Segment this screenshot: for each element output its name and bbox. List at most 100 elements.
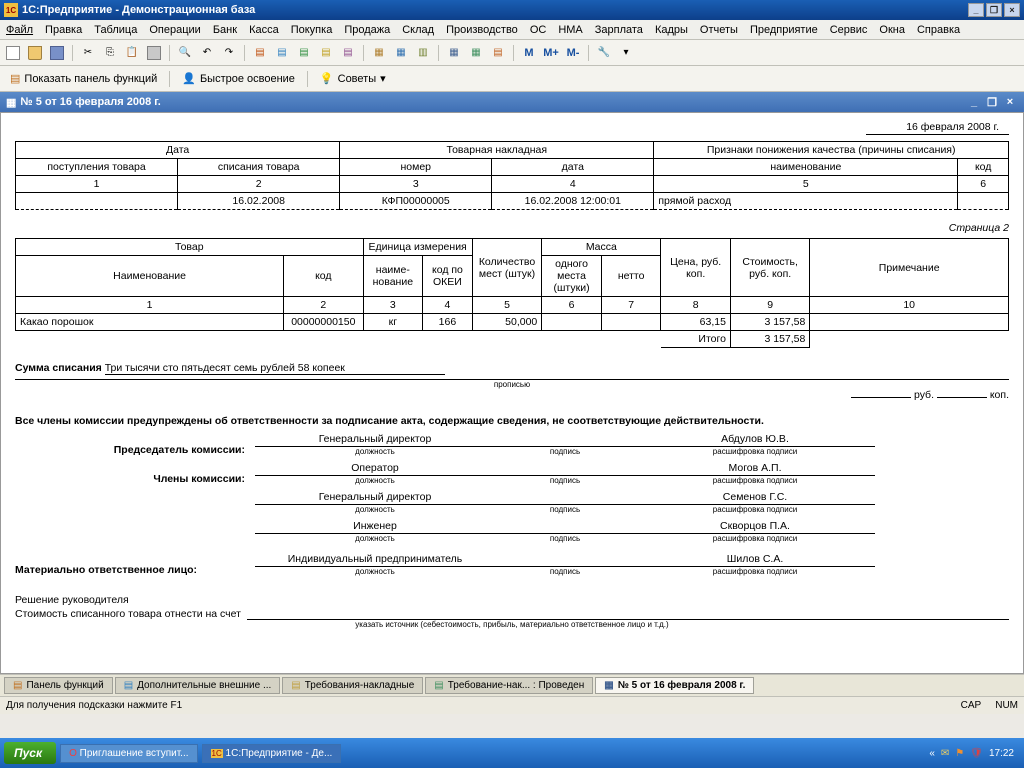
toolbar-main: ✂ ⎘ 📋 🔍 ↶ ↷ ▤ ▤ ▤ ▤ ▤ ▦ ▦ ▥ ▦ ▦ ▤ M M+ M… xyxy=(0,40,1024,66)
p-note xyxy=(810,314,1009,331)
h-name: Наименование xyxy=(16,256,284,297)
find-icon[interactable]: 🔍 xyxy=(176,44,194,62)
tips-button[interactable]: 💡 Советы ▾ xyxy=(314,70,392,87)
m3-pos: Инженер xyxy=(255,520,495,534)
resp-pos: Индивидуальный предприниматель xyxy=(255,553,495,567)
menu-os[interactable]: ОС xyxy=(530,24,547,36)
save-icon[interactable] xyxy=(48,44,66,62)
grid2-icon[interactable]: ▦ xyxy=(467,44,485,62)
start-button[interactable]: Пуск xyxy=(4,742,56,764)
paste-icon[interactable]: 📋 xyxy=(123,44,141,62)
h-netto: нетто xyxy=(601,256,661,297)
doc5-icon[interactable]: ▤ xyxy=(339,44,357,62)
minimize-button[interactable]: _ xyxy=(968,3,984,17)
folder2-icon[interactable]: ▦ xyxy=(392,44,410,62)
menu-purchase[interactable]: Покупка xyxy=(291,24,333,36)
warning-text: Все члены комиссии предупреждены об отве… xyxy=(15,415,1009,427)
tray-chevron-icon[interactable]: « xyxy=(929,748,935,759)
close-button[interactable]: × xyxy=(1004,3,1020,17)
menu-bank[interactable]: Банк xyxy=(213,24,237,36)
menu-reports[interactable]: Отчеты xyxy=(700,24,738,36)
print-icon[interactable] xyxy=(145,44,163,62)
tab-invoices[interactable]: ▤Требования-накладные xyxy=(282,677,423,694)
cut-icon[interactable]: ✂ xyxy=(79,44,97,62)
doc-close-button[interactable]: × xyxy=(1002,95,1018,109)
memory-mminus-button[interactable]: M- xyxy=(564,44,582,62)
stack-icon[interactable]: ▥ xyxy=(414,44,432,62)
col-quality: Признаки понижения качества (причины спи… xyxy=(654,142,1009,159)
restore-button[interactable]: ❐ xyxy=(986,3,1002,17)
menu-cash[interactable]: Касса xyxy=(249,24,279,36)
menu-warehouse[interactable]: Склад xyxy=(402,24,434,36)
resp-label: Материально ответственное лицо: xyxy=(15,564,255,576)
dropdown-icon[interactable]: ▾ xyxy=(617,44,635,62)
tab-invoice-done[interactable]: ▤Требование-нак... : Проведен xyxy=(425,677,593,694)
taskbar-opera[interactable]: O Приглашение вступит... xyxy=(60,744,197,763)
chevron-down-icon: ▾ xyxy=(380,72,386,85)
doc2-icon[interactable]: ▤ xyxy=(273,44,291,62)
menu-enterprise[interactable]: Предприятие xyxy=(750,24,818,36)
tab-current-doc[interactable]: ▦№ 5 от 16 февраля 2008 г. xyxy=(595,677,754,694)
menu-table[interactable]: Таблица xyxy=(94,24,137,36)
menu-edit[interactable]: Правка xyxy=(45,24,82,36)
grid1-icon[interactable]: ▦ xyxy=(445,44,463,62)
new-icon[interactable] xyxy=(4,44,22,62)
fast-icon: 👤 xyxy=(182,72,196,85)
p-qty: 50,000 xyxy=(472,314,542,331)
resp-name: Шилов С.А. xyxy=(635,553,875,567)
n3: 3 xyxy=(340,176,492,193)
doc4-icon[interactable]: ▤ xyxy=(317,44,335,62)
doc-restore-button[interactable]: ❐ xyxy=(984,95,1000,109)
menu-production[interactable]: Производство xyxy=(446,24,518,36)
menu-salary[interactable]: Зарплата xyxy=(595,24,643,36)
tool-icon[interactable]: 🔧 xyxy=(595,44,613,62)
open-icon[interactable] xyxy=(26,44,44,62)
n5: 5 xyxy=(654,176,958,193)
menu-help[interactable]: Справка xyxy=(917,24,960,36)
status-num: NUM xyxy=(995,700,1018,711)
members-label: Члены комиссии: xyxy=(15,473,255,485)
redo-icon[interactable]: ↷ xyxy=(220,44,238,62)
col-receipt: поступления товара xyxy=(16,159,178,176)
folder1-icon[interactable]: ▦ xyxy=(370,44,388,62)
menu-nma[interactable]: НМА xyxy=(558,24,582,36)
header-table: Дата Товарная накладная Признаки понижен… xyxy=(15,141,1009,210)
doc-minimize-button[interactable]: _ xyxy=(966,95,982,109)
chart-icon[interactable]: ▤ xyxy=(489,44,507,62)
show-panel-button[interactable]: ▤ Показать панель функций xyxy=(4,70,163,87)
memory-m-button[interactable]: M xyxy=(520,44,538,62)
menu-file[interactable]: Файл xyxy=(6,24,33,36)
doc3-icon[interactable]: ▤ xyxy=(295,44,313,62)
document-area[interactable]: 16 февраля 2008 г. Дата Товарная накладн… xyxy=(0,112,1024,674)
mdi-tabbar: ▤Панель функций ▤Дополнительные внешние … xyxy=(0,674,1024,696)
sum-line: Сумма списания Три тысячи сто пятьдесят … xyxy=(15,362,1009,375)
menu-sale[interactable]: Продажа xyxy=(344,24,390,36)
memory-mplus-button[interactable]: M+ xyxy=(542,44,560,62)
col-qcode: код xyxy=(958,159,1009,176)
tab-panel[interactable]: ▤Панель функций xyxy=(4,677,113,694)
menu-service[interactable]: Сервис xyxy=(830,24,868,36)
tray-flag-icon[interactable]: ⚑ xyxy=(955,748,964,759)
rub-label: руб. xyxy=(914,389,934,401)
menu-operations[interactable]: Операции xyxy=(149,24,200,36)
fast-learn-button[interactable]: 👤 Быстрое освоение xyxy=(176,70,301,87)
taskbar-1c[interactable]: 1С 1С:Предприятие - Де... xyxy=(202,744,342,763)
system-tray[interactable]: « ✉ ⚑ 🛡 17:22 xyxy=(929,748,1020,759)
menu-windows[interactable]: Окна xyxy=(879,24,905,36)
copy-icon[interactable]: ⎘ xyxy=(101,44,119,62)
d1 xyxy=(16,193,178,210)
writeoff-label: Стоимость списанного товара отнести на с… xyxy=(15,608,241,620)
tray-mail-icon[interactable]: ✉ xyxy=(941,748,949,759)
tray-shield-icon[interactable]: 🛡 xyxy=(970,748,983,759)
menu-staff[interactable]: Кадры xyxy=(655,24,688,36)
col-invoice: Товарная накладная xyxy=(340,142,654,159)
doc1-icon[interactable]: ▤ xyxy=(251,44,269,62)
h-price: Цена, руб. коп. xyxy=(661,239,731,297)
col-subdate: дата xyxy=(492,159,654,176)
col-qname: наименование xyxy=(654,159,958,176)
total-label: Итого xyxy=(661,331,731,348)
panel-icon: ▤ xyxy=(10,72,20,85)
tab-external[interactable]: ▤Дополнительные внешние ... xyxy=(115,677,281,694)
p-okei: 166 xyxy=(423,314,473,331)
undo-icon[interactable]: ↶ xyxy=(198,44,216,62)
